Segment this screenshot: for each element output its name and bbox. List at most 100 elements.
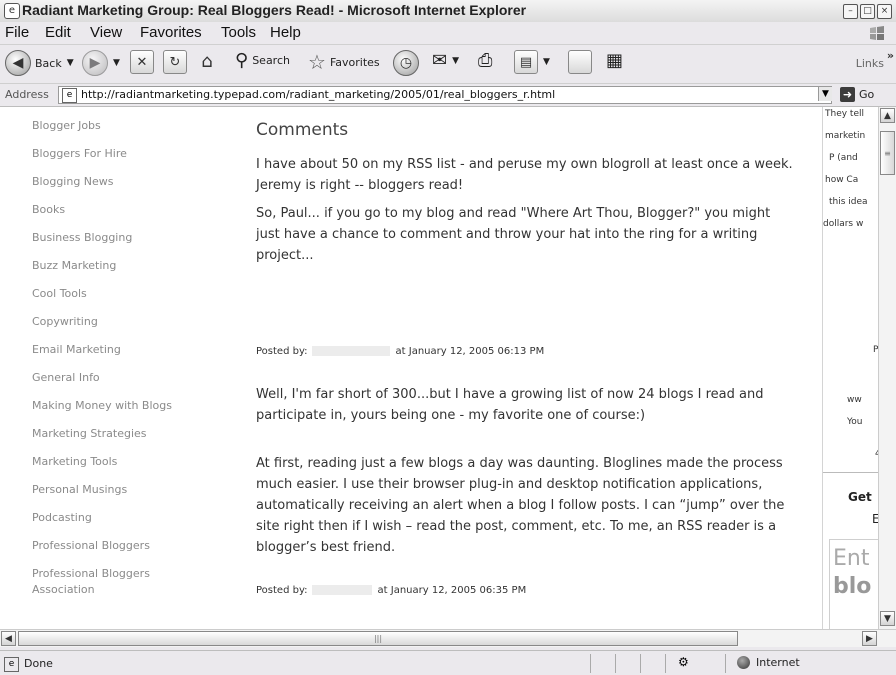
posted-by-label: Posted by: [256,585,308,596]
address-url[interactable]: http://radiantmarketing.typepad.com/radi… [81,88,555,101]
divider [640,654,641,673]
comment-text: I have about 50 on my RSS list - and per… [256,157,793,193]
edit-button[interactable]: ▤ ▼ [514,50,550,74]
printer-icon: ⎙ [478,50,493,71]
address-dropdown-icon[interactable]: ▼ [818,87,832,101]
menu-help[interactable]: Help [270,24,301,41]
favorites-label: Favorites [329,55,380,69]
divider [665,654,666,673]
browser-window: e Radiant Marketing Group: Real Bloggers… [0,0,896,675]
sidebar-text: dollars w [823,219,864,229]
status-bar: e Done ⚙ Internet [0,650,896,675]
home-button[interactable]: ⌂ [196,50,218,72]
category-link[interactable]: Marketing Strategies [32,427,147,440]
category-link[interactable]: Cool Tools [32,287,87,300]
history-icon: ◷ [393,50,419,76]
edit-icon: ▤ [514,50,538,74]
category-link[interactable]: Copywriting [32,315,98,328]
chevron-down-icon[interactable]: ▼ [67,58,74,68]
go-button[interactable]: ➜ Go [840,87,874,102]
menu-file[interactable]: File [5,24,29,41]
address-label: Address [5,88,49,101]
go-label: Go [859,88,875,101]
globe-icon [737,656,750,669]
redacted-author [311,585,372,595]
title-bar: e Radiant Marketing Group: Real Bloggers… [0,0,896,23]
comment-text: So, Paul... if you go to my blog and rea… [256,206,771,263]
back-button[interactable]: ◀ Back ▼ [5,50,74,76]
category-link[interactable]: Podcasting [32,511,92,524]
refresh-button[interactable]: ↻ [163,50,187,74]
search-label: Search [252,54,290,67]
close-button[interactable]: × [877,4,892,19]
menu-view[interactable]: View [90,24,122,41]
scroll-up-icon[interactable]: ▲ [880,108,895,123]
category-link[interactable]: Professional Bloggers [32,539,150,552]
stop-icon: ✕ [130,50,154,74]
category-link[interactable]: Association [32,583,95,596]
category-link[interactable]: Marketing Tools [32,455,117,468]
status-text: Done [24,657,53,670]
category-link[interactable]: Making Money with Blogs [32,399,172,412]
research-button[interactable]: ▦ [606,50,623,71]
category-link[interactable]: Professional Bloggers [32,567,150,580]
search-button[interactable]: ⚲ Search [235,50,290,71]
scroll-left-icon[interactable]: ◀ [1,631,16,646]
comments-heading: Comments [256,120,349,140]
sidebar-heading: Get [848,490,872,504]
mail-button[interactable]: ✉ ▼ [432,50,459,71]
scroll-right-icon[interactable]: ▶ [862,631,877,646]
menu-edit[interactable]: Edit [45,24,71,41]
search-icon: ⚲ [235,50,249,71]
category-link[interactable]: General Info [32,371,100,384]
scroll-down-icon[interactable]: ▼ [880,611,895,626]
posted-at: at January 12, 2005 06:35 PM [377,585,527,596]
chevron-down-icon[interactable]: ▼ [452,56,459,66]
menu-favorites[interactable]: Favorites [140,24,202,41]
security-zone-icon: ⚙ [678,655,689,669]
forward-button[interactable]: ▶ ▼ [82,50,120,76]
minimize-button[interactable]: – [843,4,858,19]
horizontal-scrollbar[interactable]: ◀ ||| ▶ [0,629,896,647]
divider [615,654,616,673]
category-link[interactable]: Blogger Jobs [32,119,101,132]
back-label: Back [35,56,62,70]
category-link[interactable]: Personal Musings [32,483,127,496]
menu-bar: File Edit View Favorites Tools Help [0,22,896,45]
history-button[interactable]: ◷ [393,50,419,76]
links-label[interactable]: Links [856,57,884,70]
chevron-right-icon[interactable]: » [887,49,894,62]
vertical-scrollbar[interactable]: ▲ ≡ ▼ [878,107,896,629]
print-button[interactable]: ⎙ [478,50,492,71]
chevron-down-icon[interactable]: ▼ [543,57,550,67]
windows-flag-icon [870,26,884,40]
maximize-button[interactable]: □ [860,4,875,19]
category-link[interactable]: Business Blogging [32,231,132,244]
ie-app-icon[interactable]: e [4,3,20,19]
comment-text: Well, I'm far short of 300...but I have … [256,387,764,423]
divider [725,654,726,673]
category-link[interactable]: Buzz Marketing [32,259,116,272]
ad-text: blo [833,574,872,599]
back-arrow-icon: ◀ [5,50,31,76]
mail-icon: ✉ [432,50,448,71]
favorites-button[interactable]: ☆ Favorites [308,50,380,74]
star-icon: ☆ [308,50,326,74]
page-status-icon: e [4,657,19,672]
sidebar-text: marketin [825,131,866,141]
category-link[interactable]: Blogging News [32,175,114,188]
menu-tools[interactable]: Tools [221,24,256,41]
comment-text: At first, reading just a few blogs a day… [256,456,785,555]
discuss-button[interactable] [568,50,592,74]
ad-text: Ent [833,546,870,571]
category-link[interactable]: Email Marketing [32,343,121,356]
stop-button[interactable]: ✕ [130,50,154,74]
address-input[interactable]: e http://radiantmarketing.typepad.com/ra… [58,86,832,104]
hscroll-thumb[interactable]: ||| [18,631,738,646]
page-icon: e [62,88,77,103]
category-link[interactable]: Bloggers For Hire [32,147,127,160]
home-icon: ⌂ [201,50,213,72]
chevron-down-icon[interactable]: ▼ [113,58,120,68]
category-link[interactable]: Books [32,203,65,216]
scroll-thumb[interactable]: ≡ [880,131,895,175]
